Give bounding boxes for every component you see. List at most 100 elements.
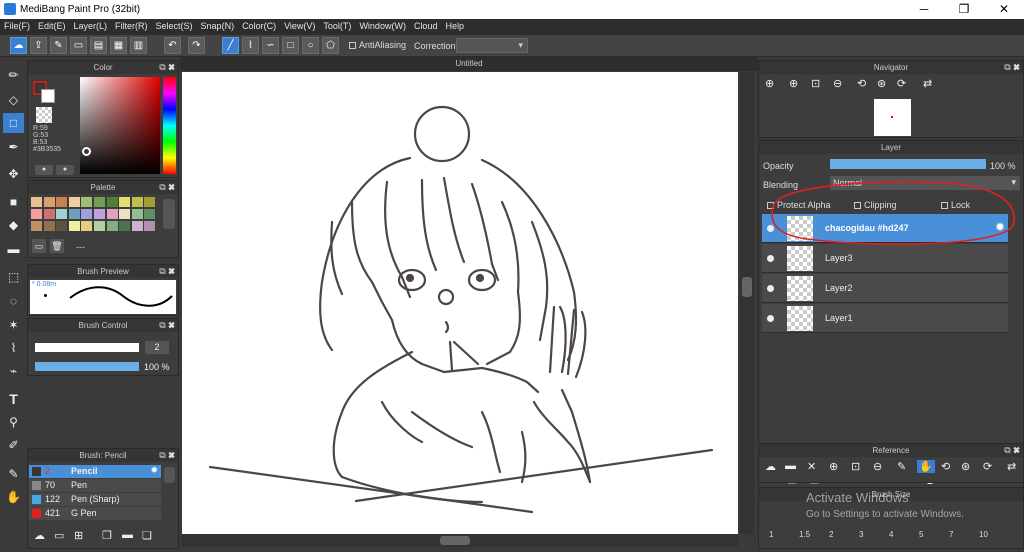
minimize-button[interactable]: ─ xyxy=(904,0,944,19)
brush-item-g-pen[interactable]: 421 G Pen xyxy=(29,507,161,520)
brush-size-value[interactable]: 2 xyxy=(145,341,169,354)
brush-size-tick[interactable]: 2 xyxy=(829,530,833,539)
brush-size-tick[interactable]: 4 xyxy=(889,530,893,539)
palette-swatch[interactable] xyxy=(43,209,55,219)
close-icon[interactable]: ⧉ ✖ xyxy=(159,265,175,278)
brush-size-tick[interactable]: 1.5 xyxy=(799,530,810,539)
menu-snap[interactable]: Snap(N) xyxy=(197,19,239,33)
menu-tool[interactable]: Tool(T) xyxy=(319,19,355,33)
palette-swatch[interactable] xyxy=(68,209,80,219)
reset-rotate-icon[interactable]: ⊛ xyxy=(877,77,886,90)
zoom-out-icon[interactable]: ⊖ xyxy=(873,460,882,473)
copy-brush-icon[interactable]: ❐ xyxy=(102,529,112,542)
undo-icon[interactable]: ↶ xyxy=(164,37,181,54)
palette-swatch[interactable] xyxy=(131,209,143,219)
rotate-right-icon[interactable]: ⟳ xyxy=(983,460,992,473)
brush-size-tick[interactable]: 5 xyxy=(919,530,923,539)
ellipse-icon[interactable]: ○ xyxy=(302,37,319,54)
palette-swatch[interactable] xyxy=(81,221,93,231)
palette-swatch[interactable] xyxy=(56,209,68,219)
palette-swatch[interactable] xyxy=(43,197,55,207)
palette-swatch[interactable] xyxy=(68,197,80,207)
polygon-icon[interactable]: ⬠ xyxy=(322,37,339,54)
close-icon[interactable]: ⧉ ✖ xyxy=(1004,61,1020,74)
palette-swatch[interactable] xyxy=(144,197,156,207)
palette-swatch[interactable] xyxy=(31,197,42,207)
select-brush-tool-icon[interactable]: ⌇ xyxy=(3,338,24,358)
line-icon[interactable]: ╱ xyxy=(222,37,239,54)
zoom-in-icon-2[interactable]: ⊕ xyxy=(789,77,798,90)
brush-size-tick[interactable]: 1 xyxy=(769,530,773,539)
new-brush-icon[interactable]: ▭ xyxy=(54,529,64,542)
flip-icon[interactable]: ⇄ xyxy=(923,77,932,90)
menu-file[interactable]: File(F) xyxy=(0,19,34,33)
saturation-value-picker[interactable] xyxy=(80,77,160,174)
menu-view[interactable]: View(V) xyxy=(280,19,319,33)
reset-rotate-icon[interactable]: ⊛ xyxy=(961,460,970,473)
brush-size-tick[interactable]: 10 xyxy=(979,530,988,539)
trash-icon[interactable]: 🗑 xyxy=(50,239,64,253)
palette-swatch[interactable] xyxy=(94,209,105,219)
visibility-icon[interactable] xyxy=(767,255,774,262)
divide-tool-icon[interactable]: ✐ xyxy=(3,435,24,455)
brush-size-tick[interactable]: 3 xyxy=(859,530,863,539)
eyedropper-tool-icon[interactable]: ✎ xyxy=(3,464,24,484)
curve-icon[interactable]: ∽ xyxy=(262,37,279,54)
cloud-icon[interactable]: ☁ xyxy=(765,460,776,473)
flip-icon[interactable]: ⇄ xyxy=(1007,460,1016,473)
bucket-tool-icon[interactable]: ◆ xyxy=(3,215,24,235)
close-icon[interactable]: ⧉ ✖ xyxy=(159,449,175,462)
export-icon[interactable]: ⇪ xyxy=(30,37,47,54)
menu-select[interactable]: Select(S) xyxy=(152,19,197,33)
menu-color[interactable]: Color(C) xyxy=(238,19,280,33)
hand-icon[interactable]: ✋ xyxy=(917,460,935,473)
eyedropper-icon[interactable]: ✎ xyxy=(897,460,906,473)
brush-item-pencil[interactable]: 2 Pencil ✹ xyxy=(29,465,161,478)
palette-swatch[interactable] xyxy=(144,221,156,231)
palette-swatch[interactable] xyxy=(81,209,93,219)
drawing-canvas[interactable] xyxy=(182,72,738,534)
rotate-left-icon[interactable]: ⟲ xyxy=(857,77,866,90)
antialiasing-checkbox[interactable]: AntiAliasing xyxy=(349,40,406,50)
palette-scrollbar[interactable] xyxy=(163,199,175,229)
select-rect-tool-icon[interactable]: □ xyxy=(3,113,24,133)
close-reference-icon[interactable]: ✕ xyxy=(807,460,816,473)
menu-layer[interactable]: Layer(L) xyxy=(70,19,112,33)
palette-swatch[interactable] xyxy=(56,197,68,207)
palette-swatch[interactable] xyxy=(68,221,80,231)
brush-list-scrollbar[interactable] xyxy=(164,467,175,483)
menu-filter[interactable]: Filter(R) xyxy=(111,19,152,33)
lasso-tool-icon[interactable]: ◌ xyxy=(3,291,24,311)
secondary-color-swatch[interactable] xyxy=(41,89,55,103)
palette-swatch[interactable] xyxy=(106,209,118,219)
select-eraser-tool-icon[interactable]: ⌁ xyxy=(3,361,24,381)
brush-item-pen[interactable]: 70 Pen xyxy=(29,479,161,492)
palette-swatch[interactable] xyxy=(119,221,131,231)
zoom-in-icon[interactable]: ⊕ xyxy=(829,460,838,473)
palette-swatch[interactable] xyxy=(106,197,118,207)
close-icon[interactable]: ⧉ ✖ xyxy=(159,319,175,332)
palette-swatch[interactable] xyxy=(43,221,55,231)
vertical-scroll-thumb[interactable] xyxy=(742,277,752,297)
brush-size-slider[interactable] xyxy=(35,343,139,352)
visibility-icon[interactable] xyxy=(767,285,774,292)
visibility-icon[interactable] xyxy=(767,315,774,322)
navigator-thumbnail[interactable] xyxy=(874,99,911,136)
layout-icon[interactable]: ▥ xyxy=(130,37,147,54)
transparent-swatch[interactable] xyxy=(36,107,52,123)
comment-icon[interactable]: ✎ xyxy=(50,37,67,54)
close-icon[interactable]: ⧉ ✖ xyxy=(159,181,175,194)
palette-swatch[interactable] xyxy=(131,221,143,231)
layer-opacity-slider[interactable] xyxy=(830,159,986,169)
brush-item-pen-sharp[interactable]: 122 Pen (Sharp) xyxy=(29,493,161,506)
canvas-tab-title[interactable]: Untitled xyxy=(180,57,758,71)
zoom-out-icon[interactable]: ⊖ xyxy=(833,77,842,90)
close-icon[interactable]: ⧉ ✖ xyxy=(159,61,175,74)
rectangle-icon[interactable]: □ xyxy=(282,37,299,54)
shape-tool-icon[interactable]: ■ xyxy=(3,192,24,212)
vertical-scrollbar[interactable] xyxy=(740,72,754,534)
menu-cloud[interactable]: Cloud xyxy=(410,19,442,33)
palette-grid[interactable] xyxy=(31,197,159,233)
new-palette-icon[interactable]: ▭ xyxy=(32,239,46,253)
cloud-icon[interactable]: ☁ xyxy=(10,37,27,54)
